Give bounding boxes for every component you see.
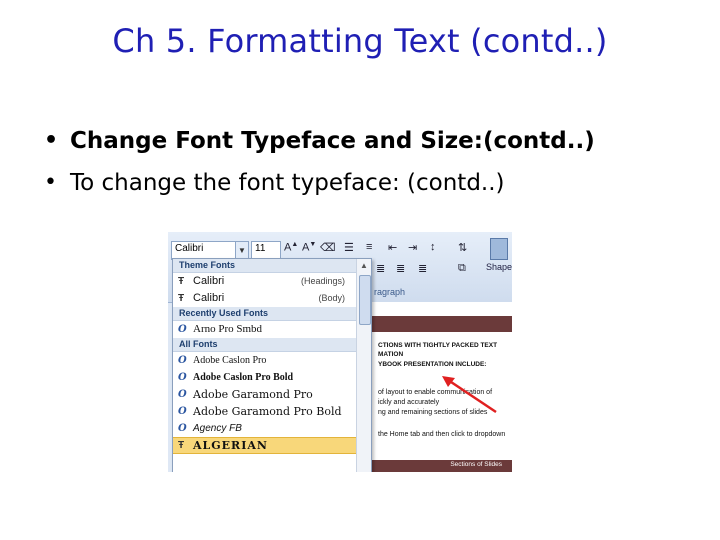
bullet-dot: •: [44, 170, 57, 195]
shrink-font-icon[interactable]: A▼: [302, 241, 316, 258]
bullet-text: Change Font Typeface and Size:(contd..): [70, 128, 595, 154]
font-option-adobe-garamond-pro[interactable]: O Adobe Garamond Pro: [173, 386, 371, 403]
font-option-label: Adobe Garamond Pro: [193, 388, 313, 401]
font-option-adobe-caslon-pro-bold[interactable]: O Adobe Caslon Pro Bold: [173, 369, 371, 386]
font-option-label: Adobe Garamond Pro Bold: [193, 405, 342, 418]
font-option-label: ALGERIAN: [193, 439, 268, 452]
font-option-label: Calibri: [193, 292, 225, 304]
truetype-icon: Ŧ: [178, 293, 185, 304]
font-option-label: Arno Pro Smbd: [193, 323, 263, 335]
text-direction-icon[interactable]: ⇅: [458, 241, 467, 258]
bullets-icon[interactable]: ☰: [344, 241, 354, 258]
font-option-adobe-garamond-pro-bold[interactable]: O Adobe Garamond Pro Bold: [173, 403, 371, 420]
document-header-band: [370, 316, 512, 332]
annotation-arrow-icon: [442, 376, 497, 414]
font-option-label: Adobe Caslon Pro Bold: [193, 372, 294, 383]
opentype-icon: O: [178, 389, 187, 400]
opentype-icon: O: [178, 355, 187, 366]
shapes-label: Shape: [486, 262, 512, 272]
paragraph-group-label: ragraph: [374, 287, 406, 297]
opentype-icon: O: [178, 324, 187, 335]
opentype-icon: O: [178, 406, 187, 417]
font-option-algerian[interactable]: Ŧ ALGERIAN: [173, 437, 371, 454]
bullet-item: • Change Font Typeface and Size:(contd..…: [44, 120, 595, 162]
convert-smartart-icon[interactable]: ⧉: [458, 262, 466, 279]
opentype-icon: O: [178, 372, 187, 383]
clear-formatting-icon[interactable]: ⌫: [320, 241, 336, 258]
font-option-calibri-body[interactable]: Ŧ Calibri (Body): [173, 290, 371, 307]
dropdown-scrollbar[interactable]: ▲: [356, 259, 371, 472]
decrease-indent-icon[interactable]: ⇤: [388, 241, 397, 258]
scrollbar-thumb[interactable]: [359, 275, 371, 325]
font-option-label: Calibri: [193, 275, 225, 287]
document-footer-band: Sections of Slides: [370, 460, 512, 472]
bullet-item: • To change the font typeface: (contd..): [44, 162, 595, 204]
font-option-calibri-headings[interactable]: Ŧ Calibri (Headings): [173, 273, 371, 290]
doc-line: ickly and accurately: [378, 399, 440, 406]
scroll-up-icon[interactable]: ▲: [357, 259, 371, 273]
truetype-icon: Ŧ: [178, 440, 185, 451]
font-option-agency-fb[interactable]: O Agency FB: [173, 420, 371, 437]
section-header-all-fonts: All Fonts: [173, 338, 371, 352]
section-header-theme-fonts: Theme Fonts: [173, 259, 371, 273]
numbering-icon[interactable]: ≡: [366, 241, 372, 258]
align-right-icon[interactable]: ≣: [396, 262, 405, 279]
justify-icon[interactable]: ≣: [418, 262, 427, 279]
grow-font-icon[interactable]: A▲: [284, 241, 298, 258]
doc-line: the Home tab and then click to dropdown: [378, 431, 506, 438]
font-option-label: Adobe Caslon Pro: [193, 355, 267, 366]
doc-line: CTIONS WITH TIGHTLY PACKED TEXT: [378, 342, 498, 349]
font-option-adobe-caslon-pro[interactable]: O Adobe Caslon Pro: [173, 352, 371, 369]
bullet-dot: •: [44, 128, 59, 153]
font-role-label: (Body): [318, 293, 345, 303]
line-spacing-icon[interactable]: ↕: [430, 241, 436, 258]
section-header-recent-fonts: Recently Used Fonts: [173, 307, 371, 321]
opentype-icon: O: [178, 423, 187, 434]
font-menu-screenshot: Calibri ▼ 11 A▲ A▼ ⌫ ☰ ≡ ⇤ ⇥ ↕ ⇅ ≣ ≣ ≣ ⧉…: [168, 232, 512, 472]
shapes-button[interactable]: Shape: [486, 236, 512, 286]
align-center-icon[interactable]: ≣: [376, 262, 385, 279]
increase-indent-icon[interactable]: ⇥: [408, 241, 417, 258]
font-option-arno-pro-smbd[interactable]: O Arno Pro Smbd: [173, 321, 371, 338]
chevron-down-icon[interactable]: ▼: [235, 242, 248, 259]
font-option-label: Agency FB: [193, 423, 242, 434]
font-size-value: 11: [255, 243, 266, 254]
font-role-label: (Headings): [300, 276, 345, 286]
truetype-icon: Ŧ: [178, 276, 185, 287]
slide-title: Ch 5. Formatting Text (contd..): [112, 22, 608, 60]
doc-footer-text: Sections of Slides: [450, 461, 502, 468]
shapes-icon: [490, 238, 508, 260]
bullet-text: To change the font typeface: (contd..): [70, 170, 505, 196]
bullet-list: • Change Font Typeface and Size:(contd..…: [44, 120, 595, 204]
font-name-value: Calibri: [175, 243, 204, 254]
font-dropdown-list[interactable]: Theme Fonts Ŧ Calibri (Headings) Ŧ Calib…: [172, 258, 372, 472]
doc-line: YBOOK PRESENTATION INCLUDE:: [378, 361, 487, 368]
doc-line: MATION: [378, 351, 404, 358]
